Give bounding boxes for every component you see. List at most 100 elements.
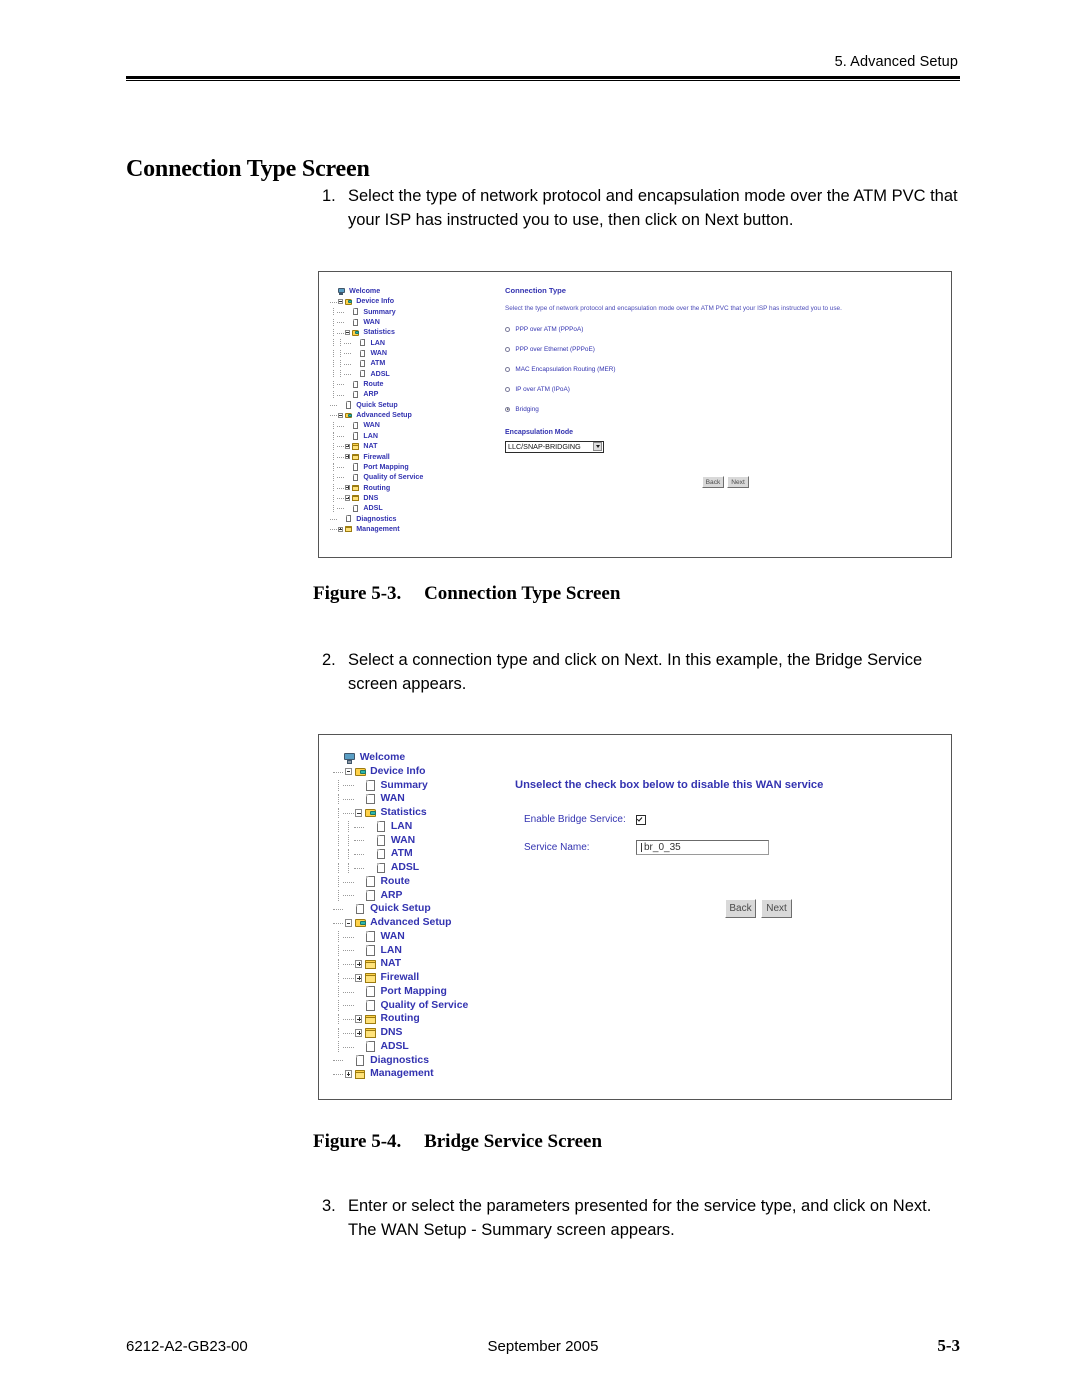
chevron-down-icon[interactable]	[593, 442, 602, 451]
tree-item-atm[interactable]: ATM	[333, 847, 468, 861]
option-row[interactable]: PPP over Ethernet (PPPoE)	[505, 346, 935, 353]
radio-mac-encapsulation-routing[interactable]	[505, 366, 511, 373]
radio-ip-over-atm[interactable]	[505, 386, 511, 393]
tree-item-quick-setup[interactable]: Quick Setup	[330, 400, 423, 410]
radio-bridging[interactable]	[505, 406, 511, 413]
expand-icon[interactable]	[344, 453, 351, 460]
tree-item-lan[interactable]: LAN	[330, 431, 423, 441]
tree-item-dns[interactable]: DNS	[330, 493, 423, 503]
tree-item-summary[interactable]: Summary	[330, 307, 423, 317]
page-number: 5-3	[937, 1336, 960, 1355]
radio-ppp-over-ethernet[interactable]	[505, 346, 511, 353]
option-row[interactable]: MAC Encapsulation Routing (MER)	[505, 366, 935, 373]
step-text: Select the type of network protocol and …	[348, 187, 958, 229]
tree-item-adsl[interactable]: ADSL	[333, 1040, 468, 1054]
tree-item-management[interactable]: Management	[333, 1067, 468, 1081]
tree-item-diagnostics[interactable]: Diagnostics	[330, 514, 423, 524]
tree-item-wan[interactable]: WAN	[330, 317, 423, 327]
expand-icon[interactable]	[354, 1028, 364, 1038]
tree-item-arp[interactable]: ARP	[333, 889, 468, 903]
option-row[interactable]: IP over ATM (IPoA)	[505, 386, 935, 393]
expand-icon[interactable]	[344, 484, 351, 491]
tree-item-wan[interactable]: WAN	[333, 792, 468, 806]
tree-item-adsl[interactable]: ADSL	[333, 861, 468, 875]
tree-item-route[interactable]: Route	[330, 379, 423, 389]
tree-item-nat[interactable]: NAT	[330, 441, 423, 451]
collapse-icon[interactable]	[354, 808, 364, 818]
back-button[interactable]: Back	[725, 899, 756, 918]
collapse-icon[interactable]	[337, 298, 344, 305]
tree-item-port-mapping[interactable]: Port Mapping	[333, 985, 468, 999]
router-nav-tree[interactable]: Welcome Device Info Summary WAN Statistics LA…	[330, 286, 423, 534]
tree-item-statistics[interactable]: Statistics	[333, 806, 468, 820]
tree-item-adsl[interactable]: ADSL	[330, 503, 423, 513]
option-row[interactable]: Bridging	[505, 406, 935, 413]
expand-icon[interactable]	[344, 495, 351, 502]
tree-item-lan[interactable]: LAN	[333, 944, 468, 958]
tree-connector	[343, 1014, 355, 1024]
radio-ppp-over-atm[interactable]	[505, 326, 511, 333]
enable-bridge-service-checkbox[interactable]	[636, 814, 646, 825]
expand-icon[interactable]	[343, 1069, 353, 1079]
expand-icon[interactable]	[354, 1014, 364, 1024]
back-button[interactable]: Back	[702, 476, 724, 488]
tree-item-adsl[interactable]: ADSL	[330, 369, 423, 379]
bridge-service-panel: Unselect the check box below to disable …	[515, 779, 935, 918]
page-icon	[351, 308, 360, 317]
tree-item-management[interactable]: Management	[330, 524, 423, 534]
next-button[interactable]: Next	[727, 476, 749, 488]
tree-item-diagnostics[interactable]: Diagnostics	[333, 1054, 468, 1068]
tree-item-lan[interactable]: LAN	[333, 820, 468, 834]
tree-item-lan[interactable]: LAN	[330, 338, 423, 348]
tree-item-firewall[interactable]: Firewall	[333, 971, 468, 985]
tree-item-nat[interactable]: NAT	[333, 957, 468, 971]
tree-item-device-info[interactable]: Device Info	[333, 765, 468, 779]
tree-connector	[343, 1028, 355, 1038]
tree-item-quality-of-service[interactable]: Quality of Service	[330, 472, 423, 482]
tree-item-route[interactable]: Route	[333, 875, 468, 889]
tree-item-welcome[interactable]: Welcome	[330, 286, 423, 296]
expand-icon[interactable]	[354, 959, 364, 969]
tree-item-wan[interactable]: WAN	[333, 930, 468, 944]
tree-item-firewall[interactable]: Firewall	[330, 452, 423, 462]
tree-item-statistics[interactable]: Statistics	[330, 327, 423, 337]
tree-item-welcome[interactable]: Welcome	[333, 751, 468, 765]
collapse-icon[interactable]	[337, 412, 344, 419]
collapse-icon[interactable]	[343, 766, 353, 776]
tree-item-atm[interactable]: ATM	[330, 358, 423, 368]
tree-item-quality-of-service[interactable]: Quality of Service	[333, 999, 468, 1013]
tree-item-dns[interactable]: DNS	[333, 1026, 468, 1040]
tree-item-routing[interactable]: Routing	[330, 483, 423, 493]
option-row[interactable]: PPP over ATM (PPPoA)	[505, 326, 935, 333]
tree-item-wan[interactable]: WAN	[333, 834, 468, 848]
tree-item-advanced-setup[interactable]: Advanced Setup	[330, 410, 423, 420]
expand-icon[interactable]	[344, 443, 351, 450]
tree-item-summary[interactable]: Summary	[333, 779, 468, 793]
tree-item-device-info[interactable]: Device Info	[330, 296, 423, 306]
service-name-input[interactable]: br_0_35	[636, 840, 769, 855]
tree-item-routing[interactable]: Routing	[333, 1012, 468, 1026]
tree-item-wan[interactable]: WAN	[330, 348, 423, 358]
expand-icon[interactable]	[337, 526, 344, 533]
tree-connector	[337, 432, 345, 439]
tree-connector	[343, 945, 355, 955]
router-nav-tree[interactable]: Welcome Device Info Summary WAN Statistics LA…	[333, 751, 468, 1081]
tree-indent	[333, 890, 343, 901]
encapsulation-mode-select[interactable]: LLC/SNAP-BRIDGING	[505, 440, 604, 453]
expand-icon[interactable]	[354, 973, 364, 983]
tree-item-port-mapping[interactable]: Port Mapping	[330, 462, 423, 472]
collapse-icon[interactable]	[344, 329, 351, 336]
tree-indent	[333, 972, 343, 984]
tree-item-arp[interactable]: ARP	[330, 389, 423, 399]
tree-item-quick-setup[interactable]: Quick Setup	[333, 902, 468, 916]
collapse-icon[interactable]	[343, 918, 353, 928]
tree-item-wan[interactable]: WAN	[330, 420, 423, 430]
tree-item-label: LAN	[363, 431, 378, 440]
next-button[interactable]: Next	[761, 899, 792, 918]
tree-item-advanced-setup[interactable]: Advanced Setup	[333, 916, 468, 930]
tree-item-label: WAN	[390, 834, 416, 846]
